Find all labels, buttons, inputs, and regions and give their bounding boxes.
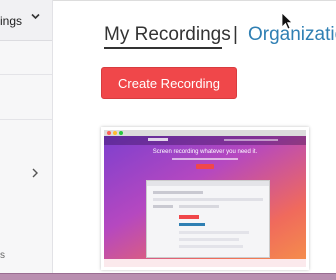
hero-cta: [196, 164, 214, 169]
chevron-right-icon[interactable]: [31, 166, 39, 181]
tab-separator: |: [233, 24, 238, 45]
chevron-down-icon[interactable]: [31, 12, 40, 24]
sidebar-divider: [0, 74, 52, 75]
recording-card[interactable]: Screen recording whatever you need it.: [101, 127, 309, 270]
site-logo: [148, 138, 168, 141]
hero-headline: Screen recording whatever you need it.: [152, 149, 258, 155]
sidebar-divider: [0, 119, 52, 120]
sidebar-section-label: ings: [0, 14, 23, 28]
active-tab-underline: [104, 47, 222, 49]
sidebar-section-header[interactable]: ings: [0, 0, 52, 41]
sidebar-footer-text: s: [0, 250, 5, 261]
create-recording-button[interactable]: Create Recording: [101, 67, 237, 99]
recording-thumbnail[interactable]: Screen recording whatever you need it.: [104, 130, 306, 267]
frame-bottom-bar: [0, 274, 336, 280]
sidebar: ings s: [0, 0, 53, 273]
brand-logos-row: [104, 259, 306, 267]
hero-subtitle: [172, 158, 238, 160]
cursor-icon: [281, 12, 293, 30]
site-nav-links: [224, 139, 278, 141]
product-screenshot: [146, 180, 270, 258]
tab-my-recordings[interactable]: My Recordings: [104, 24, 231, 46]
